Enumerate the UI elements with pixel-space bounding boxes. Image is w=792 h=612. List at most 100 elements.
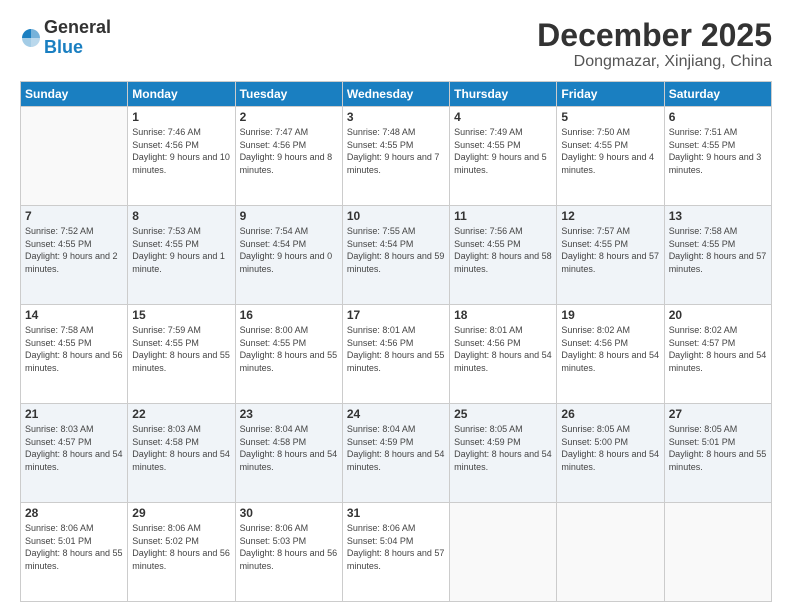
calendar: SundayMondayTuesdayWednesdayThursdayFrid… — [20, 81, 772, 602]
day-info: Sunrise: 8:01 AMSunset: 4:56 PMDaylight:… — [347, 324, 445, 374]
weekday-header-saturday: Saturday — [664, 82, 771, 107]
day-info: Sunrise: 7:52 AMSunset: 4:55 PMDaylight:… — [25, 225, 123, 275]
calendar-cell: 27 Sunrise: 8:05 AMSunset: 5:01 PMDayligh… — [664, 404, 771, 503]
calendar-cell: 26Sunrise: 8:05 AMSunset: 5:00 PMDayligh… — [557, 404, 664, 503]
day-info: Sunrise: 8:03 AMSunset: 4:57 PMDaylight:… — [25, 423, 123, 473]
month-title: December 2025 — [537, 18, 772, 53]
calendar-cell: 30Sunrise: 8:06 AMSunset: 5:03 PMDayligh… — [235, 503, 342, 602]
day-number: 11 — [454, 209, 552, 223]
day-number: 17 — [347, 308, 445, 322]
logo-general: General — [44, 18, 111, 38]
day-info: Sunrise: 7:48 AMSunset: 4:55 PMDaylight:… — [347, 126, 445, 176]
day-number: 10 — [347, 209, 445, 223]
day-number: 12 — [561, 209, 659, 223]
calendar-cell: 11 Sunrise: 7:56 AMSunset: 4:55 PMDayligh… — [450, 206, 557, 305]
calendar-body: 1 Sunrise: 7:46 AMSunset: 4:56 PMDaylight… — [21, 107, 772, 602]
day-number: 19 — [561, 308, 659, 322]
calendar-cell: 29 Sunrise: 8:06 AMSunset: 5:02 PMDayligh… — [128, 503, 235, 602]
weekday-header-row: SundayMondayTuesdayWednesdayThursdayFrid… — [21, 82, 772, 107]
calendar-cell: 24Sunrise: 8:04 AMSunset: 4:59 PMDayligh… — [342, 404, 449, 503]
day-number: 8 — [132, 209, 230, 223]
day-info: Sunrise: 8:05 AMSunset: 5:01 PMDaylight:… — [669, 423, 767, 473]
calendar-cell: 14 Sunrise: 7:58 AMSunset: 4:55 PMDayligh… — [21, 305, 128, 404]
week-row-3: 14 Sunrise: 7:58 AMSunset: 4:55 PMDayligh… — [21, 305, 772, 404]
calendar-cell: 15 Sunrise: 7:59 AMSunset: 4:55 PMDayligh… — [128, 305, 235, 404]
day-number: 20 — [669, 308, 767, 322]
day-number: 6 — [669, 110, 767, 124]
day-number: 21 — [25, 407, 123, 421]
page: General Blue December 2025 Dongmazar, Xi… — [0, 0, 792, 612]
day-info: Sunrise: 7:59 AMSunset: 4:55 PMDaylight:… — [132, 324, 230, 374]
calendar-cell: 22Sunrise: 8:03 AMSunset: 4:58 PMDayligh… — [128, 404, 235, 503]
day-info: Sunrise: 7:49 AMSunset: 4:55 PMDaylight:… — [454, 126, 552, 176]
logo-text: General Blue — [44, 18, 111, 58]
header: General Blue December 2025 Dongmazar, Xi… — [20, 18, 772, 71]
day-info: Sunrise: 7:50 AMSunset: 4:55 PMDaylight:… — [561, 126, 659, 176]
day-number: 27 — [669, 407, 767, 421]
calendar-cell: 4Sunrise: 7:49 AMSunset: 4:55 PMDaylight… — [450, 107, 557, 206]
calendar-cell: 5 Sunrise: 7:50 AMSunset: 4:55 PMDaylight… — [557, 107, 664, 206]
day-info: Sunrise: 8:06 AMSunset: 5:04 PMDaylight:… — [347, 522, 445, 572]
day-info: Sunrise: 7:55 AMSunset: 4:54 PMDaylight:… — [347, 225, 445, 275]
day-info: Sunrise: 8:05 AMSunset: 5:00 PMDaylight:… — [561, 423, 659, 473]
calendar-cell — [557, 503, 664, 602]
day-number: 13 — [669, 209, 767, 223]
day-number: 28 — [25, 506, 123, 520]
calendar-cell: 21 Sunrise: 8:03 AMSunset: 4:57 PMDayligh… — [21, 404, 128, 503]
calendar-cell: 6 Sunrise: 7:51 AMSunset: 4:55 PMDaylight… — [664, 107, 771, 206]
day-number: 18 — [454, 308, 552, 322]
day-info: Sunrise: 8:06 AMSunset: 5:02 PMDaylight:… — [132, 522, 230, 572]
day-number: 5 — [561, 110, 659, 124]
calendar-cell: 23Sunrise: 8:04 AMSunset: 4:58 PMDayligh… — [235, 404, 342, 503]
weekday-header-friday: Friday — [557, 82, 664, 107]
week-row-4: 21 Sunrise: 8:03 AMSunset: 4:57 PMDayligh… — [21, 404, 772, 503]
day-number: 31 — [347, 506, 445, 520]
day-number: 7 — [25, 209, 123, 223]
calendar-cell: 17 Sunrise: 8:01 AMSunset: 4:56 PMDayligh… — [342, 305, 449, 404]
logo-blue: Blue — [44, 38, 111, 58]
day-number: 24 — [347, 407, 445, 421]
day-info: Sunrise: 8:00 AMSunset: 4:55 PMDaylight:… — [240, 324, 338, 374]
calendar-cell: 8 Sunrise: 7:53 AMSunset: 4:55 PMDaylight… — [128, 206, 235, 305]
day-info: Sunrise: 8:06 AMSunset: 5:01 PMDaylight:… — [25, 522, 123, 572]
logo-icon — [20, 27, 42, 49]
day-info: Sunrise: 8:05 AMSunset: 4:59 PMDaylight:… — [454, 423, 552, 473]
calendar-cell: 7 Sunrise: 7:52 AMSunset: 4:55 PMDaylight… — [21, 206, 128, 305]
logo: General Blue — [20, 18, 111, 58]
day-info: Sunrise: 7:46 AMSunset: 4:56 PMDaylight:… — [132, 126, 230, 176]
day-info: Sunrise: 8:06 AMSunset: 5:03 PMDaylight:… — [240, 522, 338, 572]
day-info: Sunrise: 7:54 AMSunset: 4:54 PMDaylight:… — [240, 225, 338, 275]
location: Dongmazar, Xinjiang, China — [537, 53, 772, 71]
week-row-2: 7 Sunrise: 7:52 AMSunset: 4:55 PMDaylight… — [21, 206, 772, 305]
day-info: Sunrise: 7:57 AMSunset: 4:55 PMDaylight:… — [561, 225, 659, 275]
calendar-cell — [450, 503, 557, 602]
day-number: 1 — [132, 110, 230, 124]
day-number: 16 — [240, 308, 338, 322]
day-info: Sunrise: 7:56 AMSunset: 4:55 PMDaylight:… — [454, 225, 552, 275]
day-number: 25 — [454, 407, 552, 421]
calendar-cell: 19Sunrise: 8:02 AMSunset: 4:56 PMDayligh… — [557, 305, 664, 404]
day-number: 15 — [132, 308, 230, 322]
day-info: Sunrise: 7:53 AMSunset: 4:55 PMDaylight:… — [132, 225, 230, 275]
day-info: Sunrise: 7:58 AMSunset: 4:55 PMDaylight:… — [25, 324, 123, 374]
calendar-cell: 3 Sunrise: 7:48 AMSunset: 4:55 PMDaylight… — [342, 107, 449, 206]
day-number: 22 — [132, 407, 230, 421]
day-number: 14 — [25, 308, 123, 322]
calendar-cell: 28 Sunrise: 8:06 AMSunset: 5:01 PMDayligh… — [21, 503, 128, 602]
title-block: December 2025 Dongmazar, Xinjiang, China — [537, 18, 772, 71]
weekday-header-wednesday: Wednesday — [342, 82, 449, 107]
day-info: Sunrise: 7:47 AMSunset: 4:56 PMDaylight:… — [240, 126, 338, 176]
weekday-header-thursday: Thursday — [450, 82, 557, 107]
calendar-cell: 10 Sunrise: 7:55 AMSunset: 4:54 PMDayligh… — [342, 206, 449, 305]
day-number: 3 — [347, 110, 445, 124]
weekday-header-monday: Monday — [128, 82, 235, 107]
weekday-header-sunday: Sunday — [21, 82, 128, 107]
calendar-cell — [664, 503, 771, 602]
day-number: 2 — [240, 110, 338, 124]
day-info: Sunrise: 8:02 AMSunset: 4:57 PMDaylight:… — [669, 324, 767, 374]
day-number: 29 — [132, 506, 230, 520]
calendar-cell — [21, 107, 128, 206]
day-info: Sunrise: 7:58 AMSunset: 4:55 PMDaylight:… — [669, 225, 767, 275]
day-info: Sunrise: 7:51 AMSunset: 4:55 PMDaylight:… — [669, 126, 767, 176]
day-number: 9 — [240, 209, 338, 223]
